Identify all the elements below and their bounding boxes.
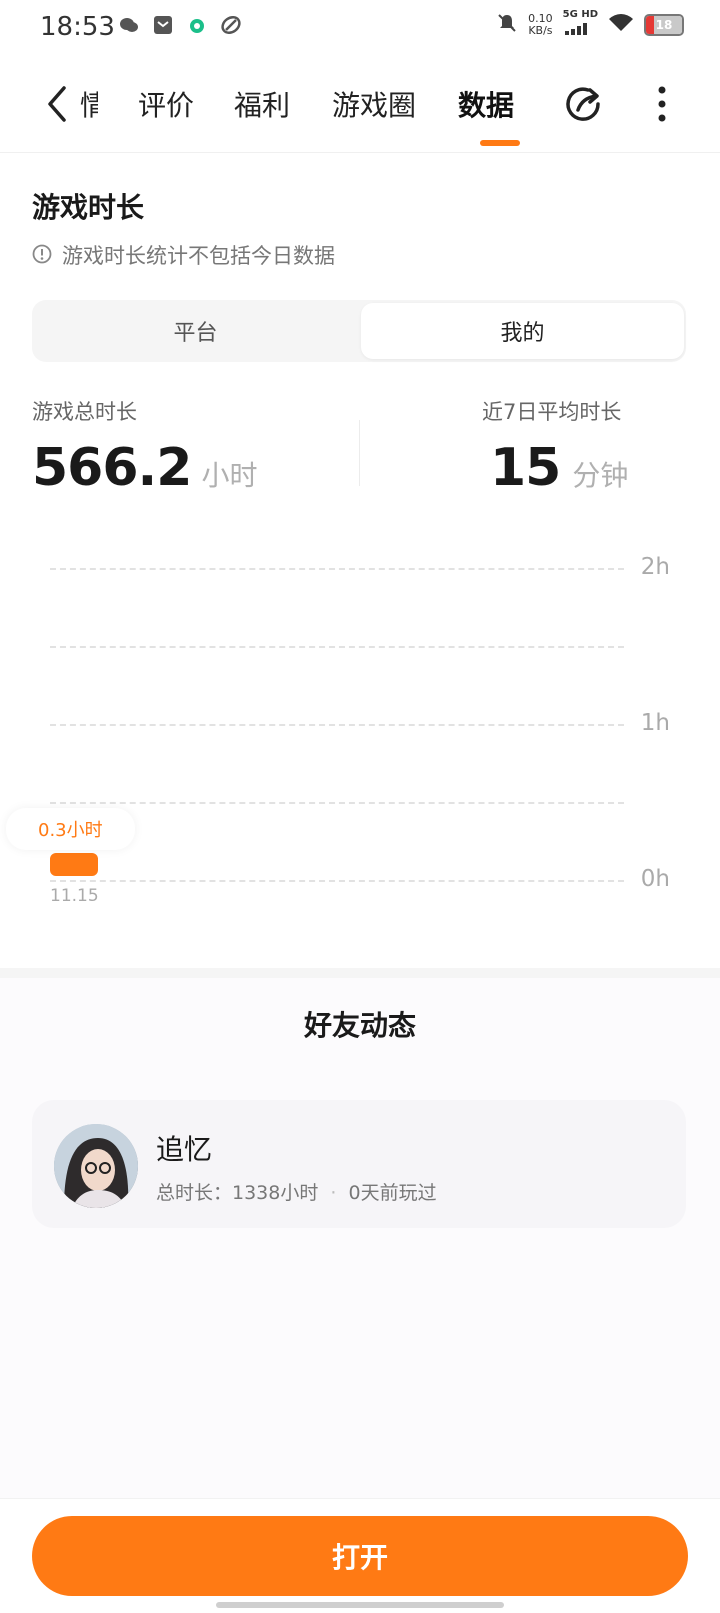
tab-details[interactable]: 情 [80, 84, 98, 124]
x-tick-label: 11.15 [50, 886, 99, 906]
avg-playtime-label: 近7日平均时长 [482, 400, 622, 424]
chart-tooltip: 0.3小时 [6, 808, 135, 850]
friend-card[interactable]: 追忆 总时长：1338小时 · 0天前玩过 [32, 1100, 686, 1228]
chart-bar[interactable] [50, 853, 98, 876]
total-playtime-label: 游戏总时长 [32, 400, 137, 424]
mute-icon [496, 12, 518, 38]
scope-segmented-control: 平台 我的 [32, 300, 686, 362]
chart-gridline [50, 646, 624, 648]
total-playtime: 566.2 小时 [32, 438, 258, 498]
y-tick-label: 2h [640, 554, 670, 580]
signal-icon [564, 23, 587, 35]
battery-level: 18 [655, 17, 673, 32]
chart-gridline [50, 568, 624, 570]
tab-data[interactable]: 数据 [458, 84, 514, 124]
section-separator [0, 968, 720, 978]
friend-last-played: 0天前玩过 [348, 1182, 437, 1204]
total-playtime-value: 566.2 [32, 438, 192, 498]
stats-note: 游戏时长统计不包括今日数据 [62, 244, 335, 268]
avatar[interactable] [54, 1124, 138, 1208]
network-indicator: 5G HD [563, 10, 598, 39]
y-tick-label: 0h [640, 866, 670, 892]
avg-playtime-value: 15 [490, 438, 561, 498]
chart-gridline [50, 724, 624, 726]
app-icon [186, 14, 208, 36]
tab-game-circle[interactable]: 游戏圈 [332, 84, 416, 124]
friend-meta: 总时长：1338小时 · 0天前玩过 [156, 1178, 437, 1205]
meta-separator: · [330, 1182, 337, 1204]
tab-benefits[interactable]: 福利 [234, 84, 290, 124]
section-title: 游戏时长 [32, 191, 145, 224]
home-indicator[interactable] [216, 1602, 504, 1608]
top-nav: 情 评价 福利 游戏圈 数据 [0, 60, 720, 153]
chevron-left-icon[interactable] [44, 84, 72, 124]
net-speed: 0.10 KB/s [528, 11, 553, 37]
share-icon[interactable] [562, 82, 606, 126]
active-tab-indicator [480, 140, 520, 146]
more-vertical-icon[interactable] [652, 84, 672, 124]
network-type: 5G HD [562, 9, 598, 20]
status-time: 18:53 [40, 12, 115, 42]
tab-reviews[interactable]: 评价 [138, 84, 194, 124]
link-icon [220, 14, 242, 36]
wechat-icon [118, 14, 140, 36]
segment-mine[interactable]: 我的 [361, 303, 684, 359]
avg-playtime: 15 分钟 [490, 438, 628, 498]
friends-section [0, 978, 720, 1498]
mail-icon [152, 14, 174, 36]
playtime-chart: 2h 1h 0h 11.15 0.3小时 [0, 540, 720, 960]
friends-title: 好友动态 [303, 1009, 416, 1042]
total-playtime-unit: 小时 [201, 459, 258, 492]
wifi-icon [608, 13, 634, 37]
friend-total-playtime: 总时长：1338小时 [156, 1182, 319, 1204]
chart-gridline [50, 802, 624, 804]
info-icon [32, 244, 52, 264]
segment-platform[interactable]: 平台 [32, 300, 359, 362]
battery-icon: 18 [644, 13, 684, 36]
chart-gridline [50, 880, 624, 882]
open-button[interactable]: 打开 [32, 1516, 688, 1596]
stats-divider [359, 420, 360, 486]
friend-name: 追忆 [156, 1133, 213, 1166]
avg-playtime-unit: 分钟 [572, 459, 629, 492]
y-tick-label: 1h [640, 710, 670, 736]
notification-icons [118, 14, 242, 36]
status-right: 0.10 KB/s 5G HD 18 [496, 10, 684, 39]
